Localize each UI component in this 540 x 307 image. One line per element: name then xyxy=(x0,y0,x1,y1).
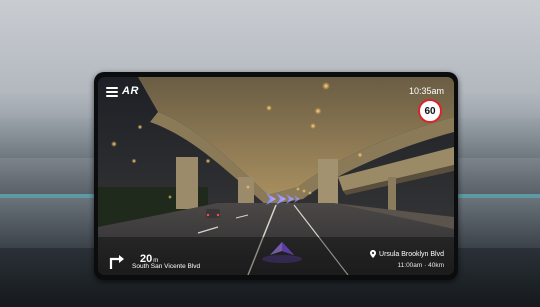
tail-light xyxy=(216,213,220,217)
ar-navigation-screen[interactable]: AR 10:35am 60 20m South San Vicente Blvd… xyxy=(98,77,454,275)
eta-distance: 11:00am · 40km xyxy=(397,262,444,269)
street-light xyxy=(205,158,211,164)
camera-road-scene xyxy=(98,77,454,275)
location-pin-icon xyxy=(370,250,377,258)
pillar xyxy=(388,177,396,213)
speed-limit-value: 60 xyxy=(424,105,436,117)
street-light xyxy=(266,105,272,111)
street-light xyxy=(357,152,363,158)
hamburger-menu-icon[interactable] xyxy=(106,87,118,97)
tail-light xyxy=(206,213,210,217)
ar-mode-label[interactable]: AR xyxy=(122,85,139,97)
street-light xyxy=(310,123,316,129)
street-light xyxy=(131,158,137,164)
street-light xyxy=(314,107,322,115)
clock-time: 10:35am xyxy=(408,86,444,96)
destination-name: Ursula Brooklyn Blvd xyxy=(379,250,444,258)
street-light xyxy=(168,195,172,199)
pillar xyxy=(176,157,198,209)
street-light xyxy=(296,187,300,191)
infotainment-display: AR 10:35am 60 20m South San Vicente Blvd… xyxy=(94,72,458,280)
speed-limit-sign: 60 xyxy=(418,99,442,123)
current-street: South San Vicente Blvd xyxy=(132,263,201,270)
destination-row[interactable]: Ursula Brooklyn Blvd xyxy=(370,250,444,258)
car-ahead xyxy=(206,209,220,218)
street-light xyxy=(137,124,143,130)
street-light xyxy=(111,141,117,147)
street-light xyxy=(308,191,312,195)
turn-right-arrow-icon xyxy=(109,255,124,269)
street-light xyxy=(322,82,330,90)
street-light xyxy=(302,189,306,193)
street-light xyxy=(246,185,250,189)
